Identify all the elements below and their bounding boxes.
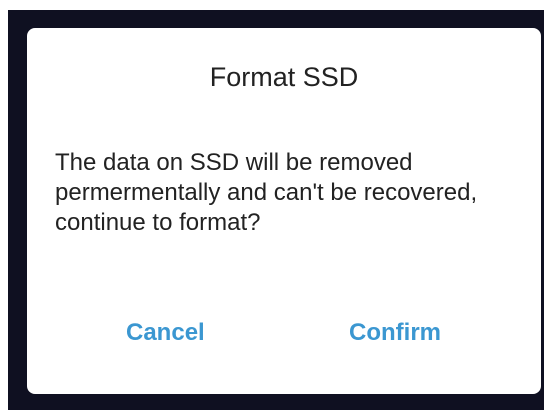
format-ssd-dialog: Format SSD The data on SSD will be remov… [27, 28, 541, 394]
dialog-title: Format SSD [209, 62, 359, 92]
cancel-button[interactable]: Cancel [126, 318, 205, 348]
confirm-button[interactable]: Confirm [349, 318, 441, 348]
dialog-message: The data on SSD will be removed permerme… [55, 149, 478, 236]
